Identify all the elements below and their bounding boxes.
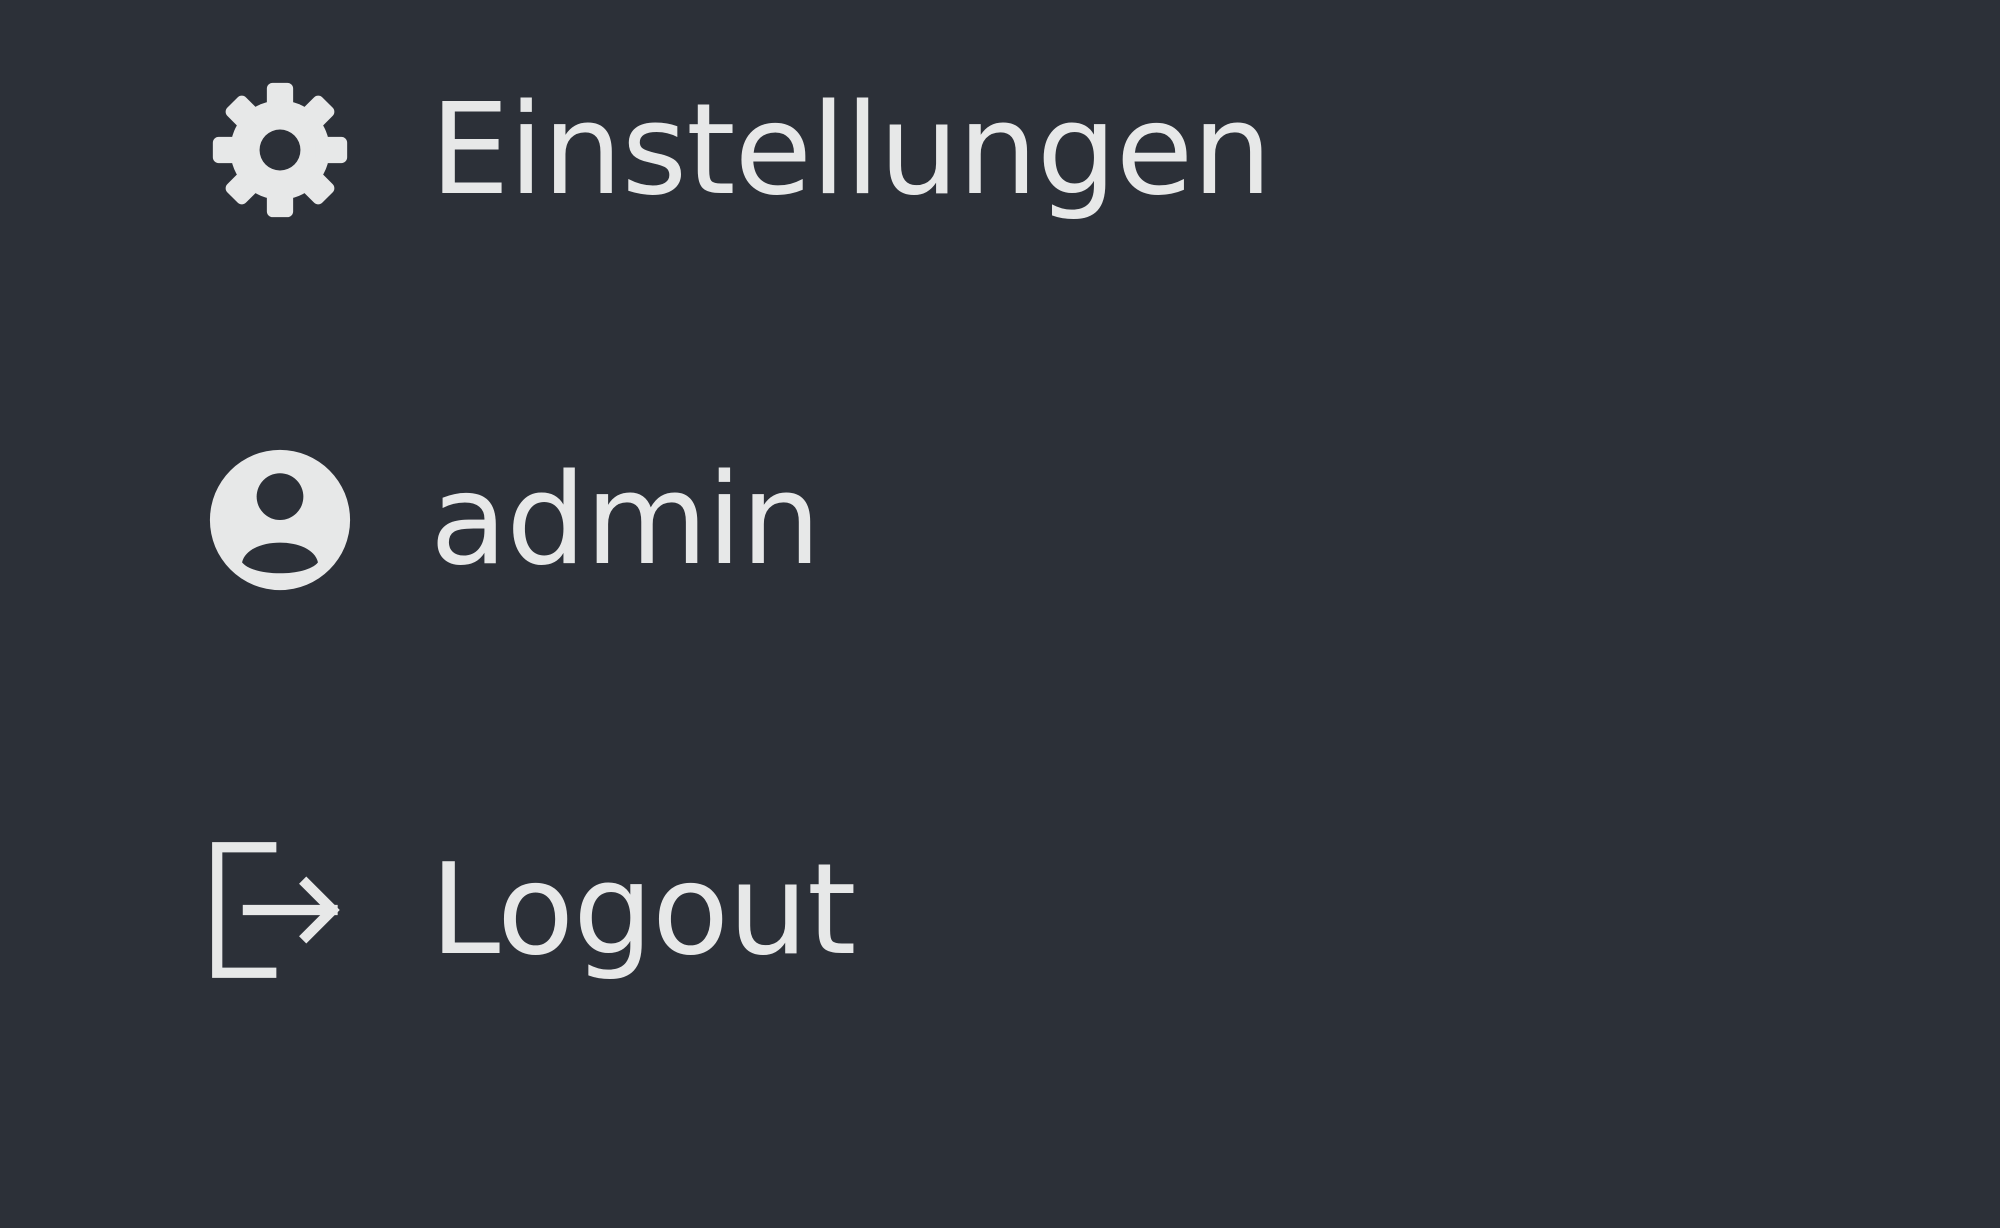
menu-item-logout[interactable]: Logout — [205, 835, 1405, 985]
gear-icon — [205, 75, 355, 225]
menu-item-einstellungen[interactable]: Einstellungen — [205, 75, 1405, 225]
menu-item-label: Einstellungen — [430, 76, 1272, 223]
menu-item-admin[interactable]: admin — [205, 445, 1405, 595]
menu-item-label: Logout — [430, 836, 856, 983]
user-circle-icon — [205, 445, 355, 595]
logout-icon — [205, 835, 355, 985]
menu-item-label: admin — [430, 446, 821, 593]
user-menu: Einstellungen admin Logout — [0, 0, 2000, 1228]
